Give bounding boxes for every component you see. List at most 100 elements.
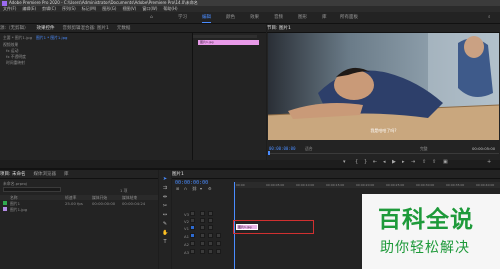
program-timecode-in[interactable]: 00:00:00:00 (269, 146, 296, 151)
tab-media-browser[interactable]: 媒体浏览器 (33, 172, 56, 177)
menu-help[interactable]: 帮助(H) (163, 6, 177, 11)
ruler-tick-8: 00:00:40:00 (476, 183, 495, 187)
mark-in-icon[interactable]: { (355, 159, 358, 165)
workspace-all-panels[interactable]: 所有面板 (340, 12, 358, 24)
go-to-in-icon[interactable]: ⇤ (373, 159, 377, 165)
workspace-learn[interactable]: 学习 (178, 12, 187, 24)
track-a1-source-patch[interactable] (190, 233, 195, 238)
type-tool-icon[interactable]: T (162, 239, 168, 245)
program-panel-tabs: 节目: 图片1 (267, 24, 500, 33)
panel-divider (192, 33, 193, 160)
track-a3-label: A3 (184, 250, 190, 255)
track-v3-source-patch[interactable] (190, 211, 195, 216)
track-v2-lock-icon[interactable] (200, 218, 205, 223)
track-a3-mute-icon[interactable] (208, 249, 213, 254)
track-v2-source-patch[interactable] (190, 218, 195, 223)
workspace-edit[interactable]: 编辑 (202, 12, 211, 24)
plus-icon[interactable]: + (487, 159, 491, 165)
effect-time-remapping[interactable]: 时间重映射 (6, 60, 25, 66)
play-icon[interactable]: ▶ (392, 159, 396, 165)
linked-selection-icon[interactable]: ⛓ (192, 186, 197, 191)
program-playhead[interactable] (268, 151, 270, 155)
ruler-tick-7: 00:00:35:00 (446, 183, 465, 187)
watermark-overlay: 百科全说 助你轻松解决 (362, 194, 500, 269)
tab-audio-clip-mixer[interactable]: 音频剪辑混合器: 图片1 (63, 26, 109, 31)
step-back-icon[interactable]: ◂ (383, 159, 386, 165)
video-subtitle: 我是哈哈了吗? (370, 128, 397, 133)
track-v3-label: V3 (184, 212, 190, 217)
tab-sequence[interactable]: 图片1 (172, 172, 184, 177)
ruler-tick-1: 00:00:05:00 (266, 183, 285, 187)
tab-libraries[interactable]: 库 (64, 172, 69, 177)
track-v1-source-patch[interactable] (190, 225, 195, 230)
track-a2-mute-icon[interactable] (208, 241, 213, 246)
track-v3-eye-icon[interactable] (208, 211, 213, 216)
ruler-tick-2: 00:00:10:00 (296, 183, 315, 187)
project-item-image[interactable]: 图片1.jpg (10, 207, 27, 213)
mark-out-icon[interactable]: } (364, 159, 367, 165)
track-a2-lock-icon[interactable] (200, 241, 205, 246)
extract-icon[interactable]: ⇪ (432, 159, 436, 165)
add-marker-timeline-icon[interactable]: ▾ (200, 186, 202, 191)
home-icon[interactable]: ⌂ (150, 12, 153, 24)
hand-tool-icon[interactable]: ✋ (162, 230, 168, 236)
tab-project[interactable]: 项目: 未命名 (0, 172, 25, 177)
track-a3-source-patch[interactable] (190, 249, 195, 254)
tab-effect-controls[interactable]: 效果控件 (37, 26, 55, 31)
tab-program[interactable]: 节目: 图片1 (267, 26, 291, 31)
sequence-clip-label[interactable]: 图片1 * 图片1.jpg (36, 35, 67, 41)
add-marker-icon[interactable]: ▾ (343, 159, 346, 165)
slip-tool-icon[interactable]: ↔ (162, 212, 168, 218)
tab-source[interactable]: 源:（无剪辑） (0, 26, 29, 31)
tab-metadata[interactable]: 元数据 (117, 26, 131, 31)
video-still-image (268, 33, 499, 140)
menu-clip[interactable]: 剪辑(C) (42, 6, 56, 11)
track-a2-solo-icon[interactable] (216, 241, 221, 246)
workspace-color[interactable]: 颜色 (226, 12, 235, 24)
export-frame-icon[interactable]: ▣ (443, 159, 448, 165)
track-v1-lock-icon[interactable] (200, 225, 205, 230)
track-select-tool-icon[interactable]: ⇉ (162, 185, 168, 191)
snap-icon[interactable]: ∩ (184, 186, 187, 191)
menu-file[interactable]: 文件(F) (3, 6, 16, 11)
menu-view[interactable]: 视图(V) (122, 6, 136, 11)
track-v1-eye-icon[interactable] (208, 225, 213, 230)
track-a3-lock-icon[interactable] (200, 249, 205, 254)
track-v2-eye-icon[interactable] (208, 218, 213, 223)
selection-tool-icon[interactable]: ➤ (162, 176, 168, 182)
track-a1-mute-icon[interactable] (208, 233, 213, 238)
menu-marker[interactable]: 标记(M) (82, 6, 97, 11)
razor-tool-icon[interactable]: ✂ (162, 203, 168, 209)
effect-controls-clip[interactable]: 图片1.jpg (198, 40, 259, 45)
pen-tool-icon[interactable]: ✎ (162, 221, 168, 227)
watermark-subtitle: 助你轻松解决 (380, 240, 470, 256)
step-forward-icon[interactable]: ▸ (402, 159, 405, 165)
sequence-fps: 25.00 fps (65, 201, 83, 206)
lift-icon[interactable]: ⇧ (422, 159, 426, 165)
program-scrub-bar[interactable] (268, 153, 499, 154)
workspace-effects[interactable]: 效果 (250, 12, 259, 24)
go-to-out-icon[interactable]: ⇥ (411, 159, 415, 165)
project-search-input[interactable] (3, 187, 61, 192)
ripple-edit-tool-icon[interactable]: ⇹ (162, 194, 168, 200)
timeline-clip-v1[interactable]: 图片1.jpg (236, 224, 258, 230)
nest-icon[interactable]: ⊞ (176, 186, 179, 191)
track-a1-solo-icon[interactable] (216, 233, 221, 238)
master-clip-label[interactable]: 主要 * 图片1.jpg (3, 35, 32, 41)
track-v3-lock-icon[interactable] (200, 211, 205, 216)
menu-window[interactable]: 窗口(W) (142, 6, 157, 11)
track-a2-source-patch[interactable] (190, 241, 195, 246)
menu-edit[interactable]: 编辑(E) (22, 6, 36, 11)
fit-dropdown[interactable]: 适合 (305, 146, 313, 152)
workspace-audio[interactable]: 音频 (274, 12, 283, 24)
menu-graphics[interactable]: 图形(G) (102, 6, 116, 11)
item-count: 1 项 (120, 188, 128, 193)
timeline-settings-icon[interactable]: ⚙ (208, 186, 212, 191)
workspace-libraries[interactable]: 库 (322, 12, 327, 24)
menu-sequence[interactable]: 序列(S) (62, 6, 76, 11)
quality-dropdown[interactable]: 完整 (420, 146, 428, 152)
track-a1-lock-icon[interactable] (200, 233, 205, 238)
track-a3-solo-icon[interactable] (216, 249, 221, 254)
search-icon[interactable]: ⌕ (488, 12, 491, 24)
workspace-graphics[interactable]: 图形 (298, 12, 307, 24)
